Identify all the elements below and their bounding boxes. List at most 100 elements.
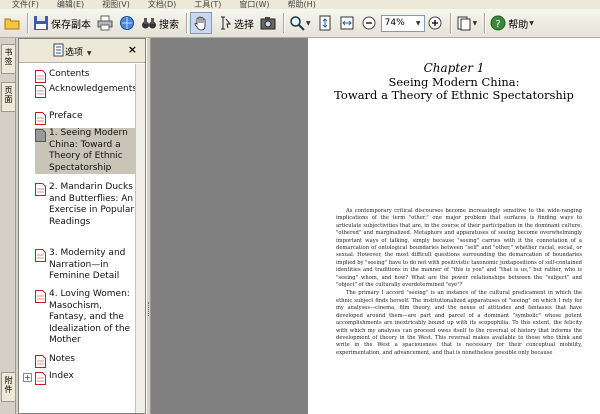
options-menu-icon[interactable] (53, 43, 65, 57)
floppy-disk-icon (33, 15, 49, 31)
print-button[interactable] (95, 12, 115, 34)
bookmark-page-icon (35, 70, 46, 83)
fit-width-icon (339, 15, 355, 31)
body-paragraph: The primary I accord "seeing" is an inst… (336, 290, 582, 356)
fit-page-icon (317, 15, 333, 31)
expand-toggle-icon[interactable]: + (23, 373, 32, 382)
document-page: Chapter 1 Seeing Modern China: Toward a … (308, 38, 600, 414)
tab-bookmarks-label: 书签 (4, 48, 13, 66)
chapter-title-line-2: Toward a Theory of Ethnic Spectatorship (334, 88, 574, 102)
bookmark-page-icon (35, 355, 46, 368)
chevron-down-icon[interactable]: ▼ (306, 20, 311, 27)
bookmark-page-icon (35, 129, 46, 142)
menu-edit[interactable]: 编辑(E) (48, 1, 93, 9)
select-tool-button[interactable]: 选择 (214, 12, 256, 34)
menu-help[interactable]: 帮助(H) (279, 1, 325, 9)
zoom-tool-button[interactable]: ▼ (287, 12, 313, 34)
bookmark-item[interactable]: Preface (35, 111, 135, 125)
bookmark-label: Preface (49, 111, 83, 121)
search-label: 搜索 (159, 19, 179, 31)
zoom-out-icon (361, 15, 377, 31)
text-cursor-icon (216, 15, 232, 31)
bookmarks-panel: 选项 ▼ × Contents Acknowledgements Preface… (18, 38, 146, 414)
tab-attachments[interactable]: 附件 (1, 372, 15, 402)
bookmark-item-selected[interactable]: 1. Seeing Modern China: Toward a Theory … (35, 128, 135, 174)
bookmark-item[interactable]: Acknowledgements (35, 84, 136, 98)
hand-tool-button[interactable] (190, 12, 212, 34)
chapter-number: Chapter 1 (423, 61, 485, 75)
chapter-body-text: As contemporary critical discourses beco… (336, 208, 582, 358)
zoom-level-input[interactable]: 74% ▼ (380, 14, 425, 32)
tab-pages[interactable]: 页面 (1, 82, 15, 112)
bookmark-label: 4. Loving Women: Masochism, Fantasy, and… (49, 289, 131, 345)
close-panel-button[interactable]: × (128, 43, 137, 56)
folder-open-icon (4, 15, 20, 31)
toolbar-separator (186, 13, 187, 33)
toolbar: 保存副本 搜索 选择 ▼ 74% ▼ ▼ ? 帮助 ▼ (0, 9, 600, 38)
bookmark-item[interactable]: Notes (35, 354, 135, 368)
bookmark-label: 3. Modernity and Narration—in Feminine D… (49, 248, 126, 281)
chevron-down-icon[interactable]: ▼ (529, 20, 534, 27)
select-label: 选择 (234, 19, 254, 31)
bookmark-item[interactable]: 3. Modernity and Narration—in Feminine D… (35, 248, 135, 283)
bookmark-item[interactable]: Index (35, 371, 135, 385)
options-button[interactable]: 选项 ▼ (65, 45, 92, 58)
bookmark-label: Contents (49, 69, 90, 79)
hand-icon (193, 15, 209, 31)
toolbar-separator (484, 13, 486, 33)
globe-mail-icon (119, 15, 135, 31)
camera-icon (260, 15, 276, 31)
magnifier-icon (289, 15, 305, 31)
save-copy-label: 保存副本 (51, 19, 91, 31)
chapter-title: Seeing Modern China: Toward a Theory of … (308, 76, 600, 102)
navigation-tabs: 书签 页面 附件 (0, 38, 16, 414)
chevron-down-icon[interactable]: ▼ (414, 17, 423, 30)
page-layout-button[interactable]: ▼ (454, 12, 480, 34)
fit-page-button[interactable] (315, 12, 335, 34)
menu-window[interactable]: 窗口(W) (230, 1, 278, 9)
splitter-grip[interactable] (148, 302, 150, 316)
bookmark-page-icon (35, 290, 46, 303)
bookmark-page-icon (35, 249, 46, 262)
open-button[interactable] (2, 12, 22, 34)
bookmark-page-icon (35, 183, 46, 196)
bookmark-item[interactable]: 4. Loving Women: Masochism, Fantasy, and… (35, 289, 135, 347)
snapshot-button[interactable] (258, 12, 278, 34)
bookmark-label: 1. Seeing Modern China: Toward a Theory … (49, 128, 128, 173)
bookmark-item[interactable]: Contents (35, 69, 135, 83)
bookmark-page-icon (35, 372, 46, 385)
document-viewport[interactable]: Chapter 1 Seeing Modern China: Toward a … (151, 38, 600, 414)
menu-bar: 文件(F) 编辑(E) 视图(V) 文档(D) 工具(T) 窗口(W) 帮助(H) (0, 0, 600, 9)
tab-pages-label: 页面 (4, 86, 13, 104)
body-paragraph: As contemporary critical discourses beco… (336, 208, 582, 289)
zoom-in-button[interactable] (425, 12, 445, 34)
zoom-out-button[interactable] (359, 12, 379, 34)
chevron-down-icon: ▼ (86, 50, 92, 57)
search-button[interactable]: 搜索 (139, 12, 181, 34)
options-label: 选项 (65, 48, 84, 58)
bookmark-tree: Contents Acknowledgements Preface 1. See… (19, 64, 136, 413)
menu-document[interactable]: 文档(D) (139, 1, 185, 9)
toolbar-separator (27, 13, 28, 33)
binoculars-icon (141, 15, 157, 31)
help-button[interactable]: ? 帮助 ▼ (488, 12, 536, 34)
bookmark-page-icon (35, 112, 46, 125)
toolbar-separator (449, 13, 451, 33)
bookmark-page-icon (35, 85, 46, 98)
tab-bookmarks[interactable]: 书签 (1, 44, 15, 74)
email-button[interactable] (117, 12, 137, 34)
bookmark-label: 2. Mandarin Ducks and Butterflies: An Ex… (49, 182, 135, 227)
help-icon: ? (490, 15, 506, 31)
bookmark-item[interactable]: 2. Mandarin Ducks and Butterflies: An Ex… (35, 182, 135, 228)
bookmark-label: Acknowledgements (49, 84, 136, 94)
chevron-down-icon[interactable]: ▼ (473, 20, 478, 27)
save-copy-button[interactable]: 保存副本 (31, 12, 93, 34)
page-layout-icon (456, 15, 472, 31)
bookmarks-scrollbar[interactable] (135, 64, 145, 413)
printer-icon (97, 15, 113, 31)
fit-width-button[interactable] (337, 12, 357, 34)
bookmark-label: Index (49, 371, 74, 381)
menu-file[interactable]: 文件(F) (0, 1, 48, 9)
menu-tools[interactable]: 工具(T) (185, 1, 230, 9)
menu-view[interactable]: 视图(V) (93, 1, 139, 9)
